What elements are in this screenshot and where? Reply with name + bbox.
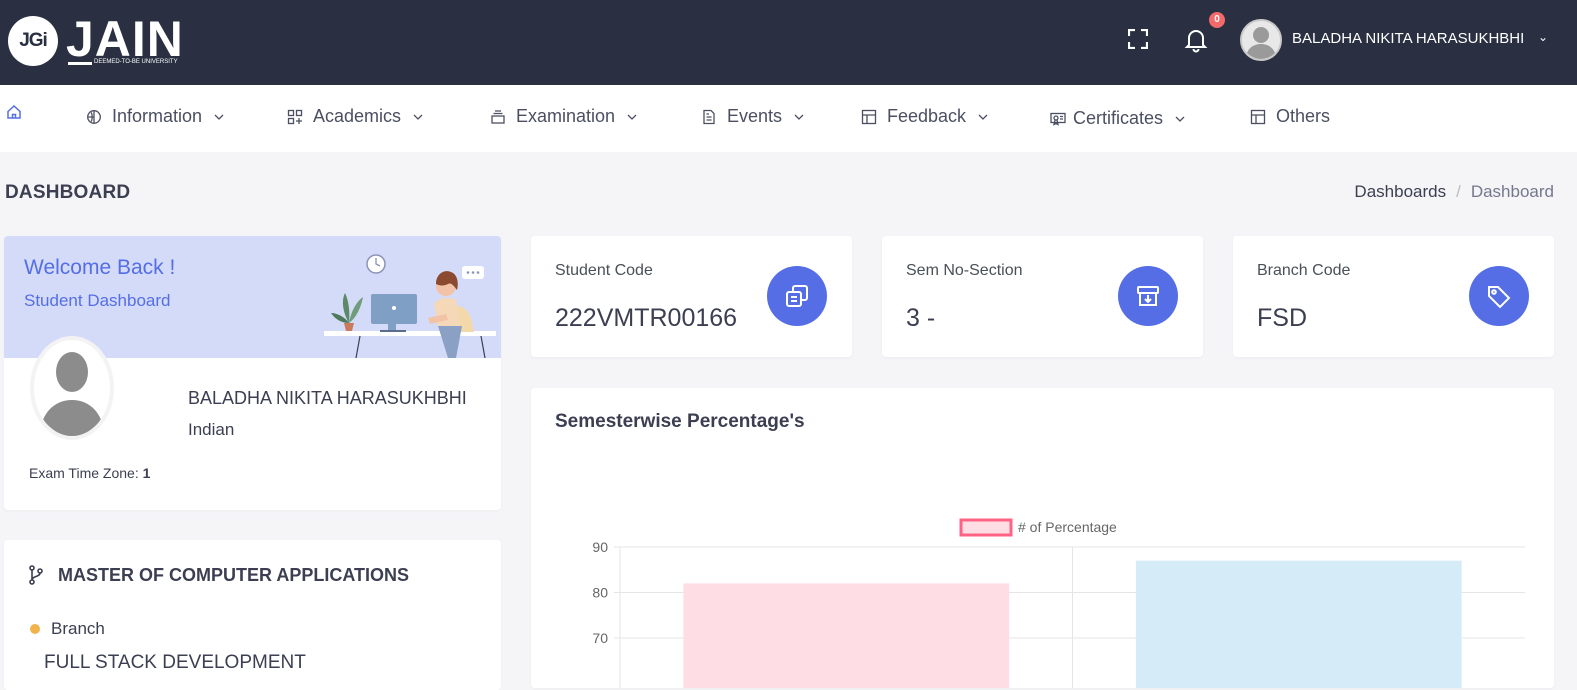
nav-item-examination[interactable]: Examination <box>490 106 637 127</box>
copy-icon <box>767 266 827 326</box>
legend-swatch <box>959 518 1013 537</box>
student-nationality: Indian <box>188 420 235 439</box>
notification-badge: 0 <box>1209 12 1225 28</box>
semester-percentage-chart-card: Semesterwise Percentage's 70 80 90 # of Per… <box>531 388 1554 688</box>
legend-label: # of Percentage <box>1018 519 1117 535</box>
stat-value: 222VMTR00166 <box>555 304 738 332</box>
branch-value: FULL STACK DEVELOPMENT <box>44 652 306 673</box>
bar-chart: 70 80 90 # of Percentage <box>592 518 1525 688</box>
profile-avatar <box>30 336 114 440</box>
nav-item-information[interactable]: Information <box>86 106 224 127</box>
chevron-down-icon[interactable]: ⌄ <box>1538 30 1548 44</box>
exam-time-zone-value: 1 <box>142 465 151 481</box>
welcome-card: Welcome Back ! Student Dashboard BALADHA… <box>4 236 501 510</box>
nav-item-feedback[interactable]: Feedback <box>861 106 988 127</box>
fullscreen-icon[interactable] <box>1128 29 1148 49</box>
globe-icon <box>87 109 101 124</box>
chevron-down-icon <box>1175 116 1185 122</box>
breadcrumb-current: Dashboard <box>1470 182 1554 201</box>
nav-label: Others <box>1276 106 1331 126</box>
chevron-down-icon <box>413 114 423 120</box>
user-avatar[interactable] <box>1240 19 1282 61</box>
branch-label: Branch <box>51 619 105 638</box>
nav-item-certificates[interactable]: Certificates <box>1050 108 1185 129</box>
chart-bar <box>1135 560 1462 688</box>
user-name[interactable]: BALADHA NIKITA HARASUKHBHI <box>1292 30 1524 47</box>
git-branch-icon <box>29 565 43 585</box>
nav-item-academics[interactable]: Academics <box>287 106 423 127</box>
stat-label: Sem No-Section <box>906 262 1023 279</box>
y-tick-label: 80 <box>592 585 608 601</box>
welcome-subtitle: Student Dashboard <box>24 291 171 310</box>
stat-card-branch-code: Branch Code FSD <box>1233 236 1554 357</box>
student-name: BALADHA NIKITA HARASUKHBHI <box>188 388 467 408</box>
home-icon[interactable] <box>6 104 22 120</box>
logo-underline <box>68 62 92 65</box>
logo-text: JAIN DEEMED-TO-BE UNIVERSITY <box>66 14 194 68</box>
nav-label: Certificates <box>1073 108 1164 128</box>
welcome-title: Welcome Back ! <box>24 256 176 279</box>
breadcrumb-separator: / <box>1456 182 1461 201</box>
grid-plus-icon <box>287 109 303 124</box>
certificate-icon <box>1050 112 1066 126</box>
program-card: MASTER OF COMPUTER APPLICATIONS Branch F… <box>4 540 501 690</box>
stat-card-sem-section: Sem No-Section 3 - <box>882 236 1203 357</box>
stat-value: FSD <box>1257 304 1307 332</box>
y-tick-label: 70 <box>592 630 608 646</box>
stack-icon <box>491 109 505 124</box>
layout-icon <box>861 109 877 124</box>
branch-dot <box>30 624 40 634</box>
exam-time-zone-label: Exam Time Zone: <box>29 465 139 481</box>
nav-label: Academics <box>313 106 402 126</box>
document-icon <box>703 109 715 124</box>
breadcrumb-link[interactable]: Dashboards <box>1354 182 1446 202</box>
logo-word: JAIN <box>66 11 184 67</box>
logo-mark: JGi <box>8 16 58 66</box>
breadcrumb: Dashboards / Dashboard <box>1354 182 1554 202</box>
chevron-down-icon <box>627 114 637 120</box>
chevron-down-icon <box>794 114 804 120</box>
exam-time-zone: Exam Time Zone: 1 <box>29 465 150 481</box>
archive-download-icon <box>1118 266 1178 326</box>
nav-item-others[interactable]: Others <box>1250 106 1330 127</box>
stat-label: Student Code <box>555 262 653 279</box>
page-title: DASHBOARD <box>5 182 131 203</box>
chart-bar <box>683 583 1010 688</box>
nav-label: Feedback <box>887 106 967 126</box>
y-tick-label: 90 <box>592 539 608 555</box>
nav-label: Information <box>112 106 203 126</box>
university-logo[interactable]: JGi JAIN DEEMED-TO-BE UNIVERSITY <box>8 14 194 68</box>
stat-value: 3 - <box>906 304 936 332</box>
bell-icon[interactable] <box>1184 27 1208 53</box>
nav-label: Events <box>727 106 783 126</box>
nav-label: Examination <box>516 106 616 126</box>
layout-icon <box>1250 109 1266 124</box>
chevron-down-icon <box>214 114 224 120</box>
tag-icon <box>1469 266 1529 326</box>
stat-label: Branch Code <box>1257 262 1351 279</box>
logo-subtitle: DEEMED-TO-BE UNIVERSITY <box>94 59 178 65</box>
workspace-illustration <box>324 254 496 358</box>
program-title: MASTER OF COMPUTER APPLICATIONS <box>58 565 409 585</box>
stat-card-student-code: Student Code 222VMTR00166 <box>531 236 852 357</box>
nav-item-events[interactable]: Events <box>701 106 804 127</box>
chevron-down-icon <box>978 114 988 120</box>
